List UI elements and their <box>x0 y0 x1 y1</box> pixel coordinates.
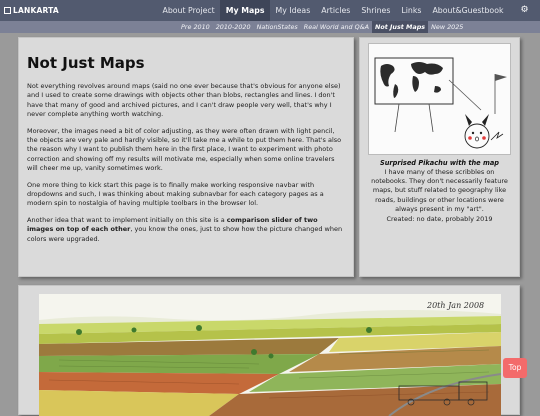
image-caption-text: I have many of these scribbles on notebo… <box>371 168 508 213</box>
sub-nav-nationstates[interactable]: NationStates <box>254 21 301 33</box>
sub-nav-pre-2010[interactable]: Pre 2010 <box>178 21 213 33</box>
pikachu-map-drawing[interactable] <box>368 43 511 155</box>
scroll-top-button[interactable]: Top <box>503 358 527 378</box>
side-image-card: Surprised Pikachu with the map I have ma… <box>359 37 520 277</box>
nav-shrines[interactable]: Shrines <box>356 0 396 21</box>
site-logo[interactable]: LANKARTA <box>4 6 59 15</box>
logo-icon <box>4 7 11 14</box>
handwritten-date: 20th Jan 2008 <box>426 301 484 310</box>
main-nav: About Project My Maps My Ideas Articles … <box>157 0 540 21</box>
nav-my-maps[interactable]: My Maps <box>220 0 271 21</box>
sub-nav: Pre 2010 2010-2020 NationStates Real Wor… <box>90 21 466 33</box>
image-caption-title: Surprised Pikachu with the map <box>379 159 499 167</box>
navbar-paragraph: One more thing to kick start this page i… <box>27 180 324 208</box>
sub-nav-not-just-maps[interactable]: Not Just Maps <box>372 21 429 33</box>
drawing-card: 20th Jan 2008 <box>18 285 520 416</box>
nav-links[interactable]: Links <box>396 0 427 21</box>
farmland-drawing[interactable]: 20th Jan 2008 <box>39 294 501 416</box>
color-paragraph: Moreover, the images need a bit of color… <box>27 126 342 173</box>
top-navbar: LANKARTA About Project My Maps My Ideas … <box>0 0 540 21</box>
intro-paragraph: Not everything revolves around maps (sai… <box>27 82 341 119</box>
sub-nav-2010-2020[interactable]: 2010-2020 <box>213 21 254 33</box>
slider-paragraph: Another idea that want to implement init… <box>27 215 343 243</box>
image-caption-date: Created: no date, probably 2019 <box>386 215 493 224</box>
sub-nav-highlighted-item[interactable] <box>90 21 178 33</box>
nav-about-project[interactable]: About Project <box>157 0 220 21</box>
sub-nav-real-world[interactable]: Real World and Q&A <box>301 21 372 33</box>
page-title: Not Just Maps <box>27 54 145 72</box>
sub-nav-new-2025[interactable]: New 2025 <box>428 21 466 33</box>
nav-about-guestbook[interactable]: About&Guestbook <box>427 0 509 21</box>
main-content-card: Not Just Maps Not everything revolves ar… <box>18 37 354 277</box>
nav-my-ideas[interactable]: My Ideas <box>270 0 316 21</box>
nav-articles[interactable]: Articles <box>316 0 356 21</box>
settings-gear-icon[interactable]: ⚙ <box>509 0 540 21</box>
site-name: LANKARTA <box>13 6 59 15</box>
sub-navbar: Pre 2010 2010-2020 NationStates Real Wor… <box>0 21 540 33</box>
